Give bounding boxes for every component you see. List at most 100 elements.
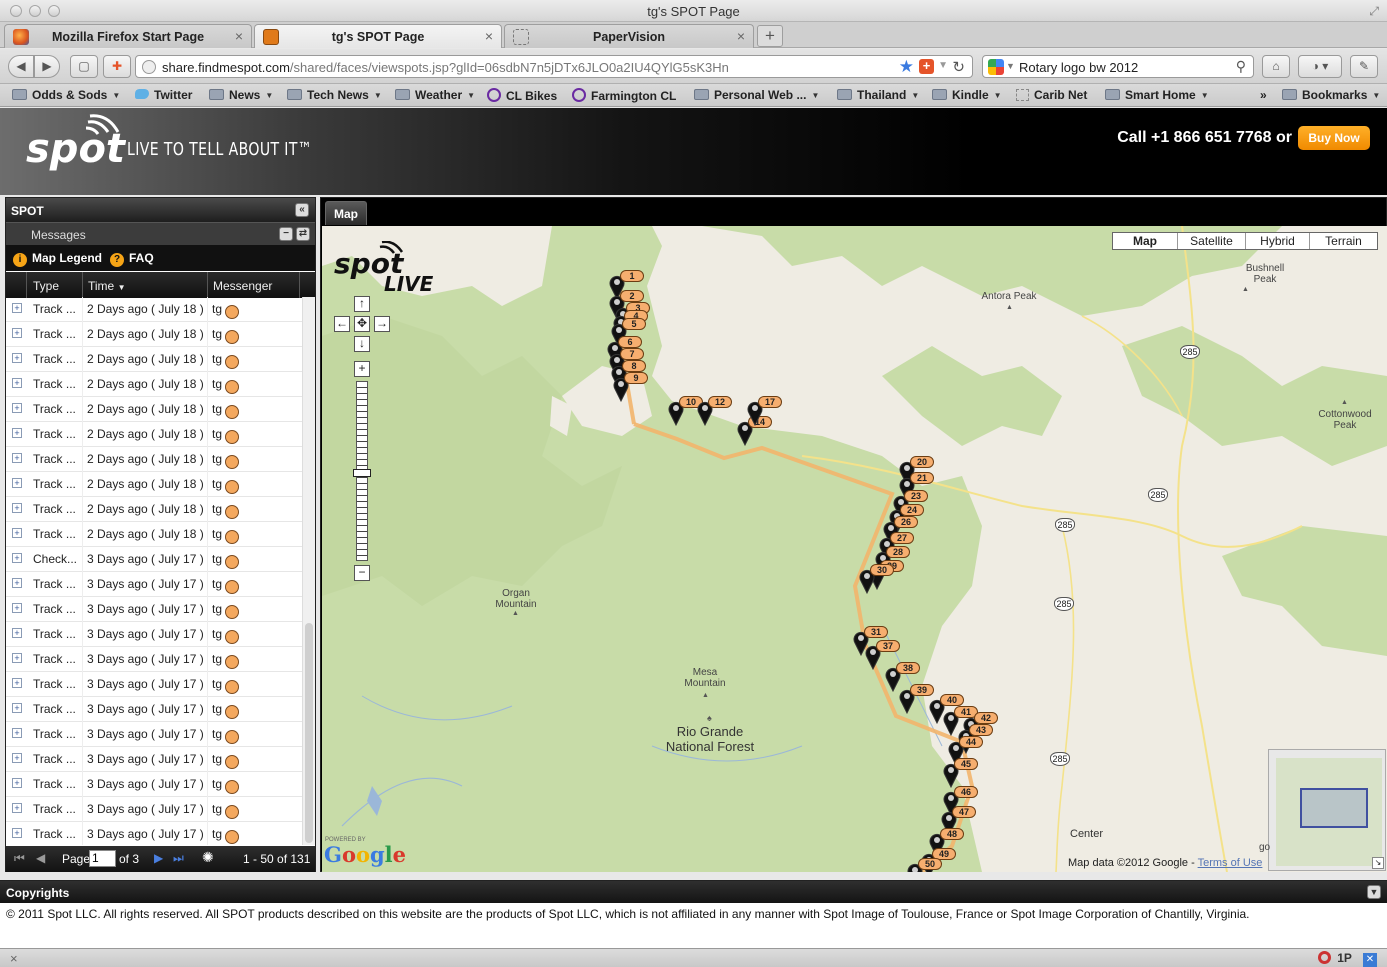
spot-logo[interactable]: spot [26,114,126,184]
table-row[interactable]: + Track ... 3 Days ago ( July 17 ) tg [6,622,302,647]
pan-down-button[interactable]: ↓ [354,336,370,352]
page-icon-button[interactable]: ▢ [70,55,98,78]
table-scrollbar[interactable] [302,297,315,845]
bookmark-weather[interactable]: Weather ▼ [395,88,475,102]
refresh-spinner-icon[interactable]: ✺ [202,849,214,866]
expand-row-icon[interactable]: + [12,553,22,563]
new-tab-button[interactable]: + [757,25,783,47]
bookmark-farmington-cl[interactable]: Farmington CL [572,88,676,103]
expand-row-icon[interactable]: + [12,303,22,313]
overview-minimap[interactable]: go ↘ [1259,749,1386,871]
column-type[interactable]: Type [27,272,83,298]
table-row[interactable]: + Track ... 3 Days ago ( July 17 ) tg [6,772,302,797]
column-time[interactable]: Time ▼ [83,272,208,298]
bookmark-kindle[interactable]: Kindle ▼ [932,88,1002,102]
xmarks-icon[interactable]: ✕ [1363,953,1377,967]
reload-icon[interactable]: ↻ [952,58,965,76]
forward-button[interactable]: ▶ [34,55,60,78]
map-canvas[interactable]: spot LIVE ↑ ← ✥ → ↓ + − Map Satellite Hy… [322,226,1387,872]
minimap-toggle-icon[interactable]: ↘ [1372,857,1384,869]
url-bar[interactable]: share.findmespot.com/shared/faces/viewsp… [135,55,973,78]
bookmark-thailand[interactable]: Thailand ▼ [837,88,919,102]
dropdown-arrow-icon[interactable]: ▼ [938,60,948,71]
table-row[interactable]: + Track ... 2 Days ago ( July 18 ) tg [6,422,302,447]
expand-row-icon[interactable]: + [12,828,22,838]
map-type-map[interactable]: Map [1113,233,1177,249]
table-row[interactable]: + Track ... 2 Days ago ( July 18 ) tg [6,347,302,372]
expand-row-icon[interactable]: + [12,653,22,663]
table-row[interactable]: + Track ... 2 Days ago ( July 18 ) tg [6,397,302,422]
table-row[interactable]: + Track ... 2 Days ago ( July 18 ) tg [6,372,302,397]
expand-row-icon[interactable]: + [12,728,22,738]
extension-button[interactable]: ◑ ▾ [1298,55,1342,78]
column-messenger[interactable]: Messenger [208,272,300,298]
bookmark-twitter[interactable]: Twitter [135,88,192,102]
expand-row-icon[interactable]: + [12,603,22,613]
table-row[interactable]: + Track ... 3 Days ago ( July 17 ) tg [6,697,302,722]
close-addon-bar-icon[interactable]: × [10,951,18,966]
pan-center-button[interactable]: ✥ [354,316,370,332]
bookmark-news[interactable]: News ▼ [209,88,273,102]
addthis-button[interactable]: ✚ [103,55,131,78]
bookmark-odds-sods[interactable]: Odds & Sods ▼ [12,88,120,102]
table-row[interactable]: + Track ... 2 Days ago ( July 18 ) tg [6,472,302,497]
expand-row-icon[interactable]: + [12,703,22,713]
fullscreen-icon[interactable]: ⤢ [1369,4,1379,19]
tab-firefox-start[interactable]: Mozilla Firefox Start Page × [4,24,252,48]
table-row[interactable]: + Track ... 3 Days ago ( July 17 ) tg [6,822,302,845]
zoom-in-button[interactable]: + [354,361,370,377]
bookmark-star-icon[interactable]: ★ [899,57,914,77]
table-row[interactable]: + Track ... 2 Days ago ( July 18 ) tg [6,297,302,322]
collapse-panel-icon[interactable]: « [295,203,309,217]
last-page-icon[interactable]: ⏭ [173,851,184,866]
expand-row-icon[interactable]: + [12,328,22,338]
table-row[interactable]: + Track ... 3 Days ago ( July 17 ) tg [6,572,302,597]
search-icon[interactable]: ⚲ [1236,58,1246,75]
terms-of-use-link[interactable]: Terms of Use [1198,857,1263,869]
expand-row-icon[interactable]: + [12,353,22,363]
url-text[interactable]: share.findmespot.com/shared/faces/viewsp… [162,60,729,75]
map-type-terrain[interactable]: Terrain [1309,233,1377,249]
table-row[interactable]: + Track ... 3 Days ago ( July 17 ) tg [6,647,302,672]
pan-left-button[interactable]: ← [334,316,350,332]
table-row[interactable]: + Track ... 2 Days ago ( July 18 ) tg [6,322,302,347]
tab-papervision[interactable]: PaperVision × [504,24,754,48]
addthis-icon[interactable]: + [919,59,934,74]
expand-row-icon[interactable]: + [12,578,22,588]
expand-row-icon[interactable]: + [12,403,22,413]
expand-row-icon[interactable]: + [12,428,22,438]
search-input[interactable]: Rotary logo bw 2012 [1019,60,1138,75]
search-engine-dropdown-icon[interactable]: ▼ [1006,61,1015,71]
zoom-slider-handle[interactable] [353,469,371,477]
refresh-icon[interactable]: ⇄ [296,227,310,241]
scrollbar-thumb[interactable] [305,623,313,843]
pan-right-button[interactable]: → [374,316,390,332]
expand-row-icon[interactable]: + [12,378,22,388]
home-button[interactable]: ⌂ [1262,55,1290,78]
minimize-icon[interactable]: − [279,227,293,241]
expand-row-icon[interactable]: + [12,678,22,688]
search-bar[interactable]: ▼ Rotary logo bw 2012 ⚲ [982,55,1254,78]
bookmark-tech-news[interactable]: Tech News ▼ [287,88,382,102]
zoom-out-button[interactable]: − [354,565,370,581]
page-number-input[interactable]: 1 [89,850,116,867]
close-tab-icon[interactable]: × [235,28,243,44]
table-row[interactable]: + Track ... 3 Days ago ( July 17 ) tg [6,747,302,772]
expand-row-icon[interactable]: + [12,453,22,463]
map-legend-link[interactable]: i Map Legend [13,251,102,267]
table-row[interactable]: + Track ... 3 Days ago ( July 17 ) tg [6,722,302,747]
table-row[interactable]: + Track ... 3 Days ago ( July 17 ) tg [6,672,302,697]
tab-spot-page[interactable]: tg's SPOT Page × [254,24,502,48]
table-row[interactable]: + Track ... 3 Days ago ( July 17 ) tg [6,597,302,622]
bookmarks-menu[interactable]: Bookmarks ▼ [1282,88,1380,102]
lifesaver-icon[interactable] [1318,951,1332,964]
minimap-viewport[interactable] [1300,788,1368,828]
map-type-hybrid[interactable]: Hybrid [1245,233,1309,249]
bookmarks-overflow-icon[interactable]: » [1260,88,1267,102]
table-row[interactable]: + Track ... 2 Days ago ( July 18 ) tg [6,447,302,472]
expand-row-icon[interactable]: + [12,478,22,488]
next-page-icon[interactable]: ▶ [154,851,163,865]
bookmark-personal-web[interactable]: Personal Web ... ▼ [694,88,819,102]
expand-row-icon[interactable]: + [12,803,22,813]
table-row[interactable]: + Track ... 2 Days ago ( July 18 ) tg [6,522,302,547]
